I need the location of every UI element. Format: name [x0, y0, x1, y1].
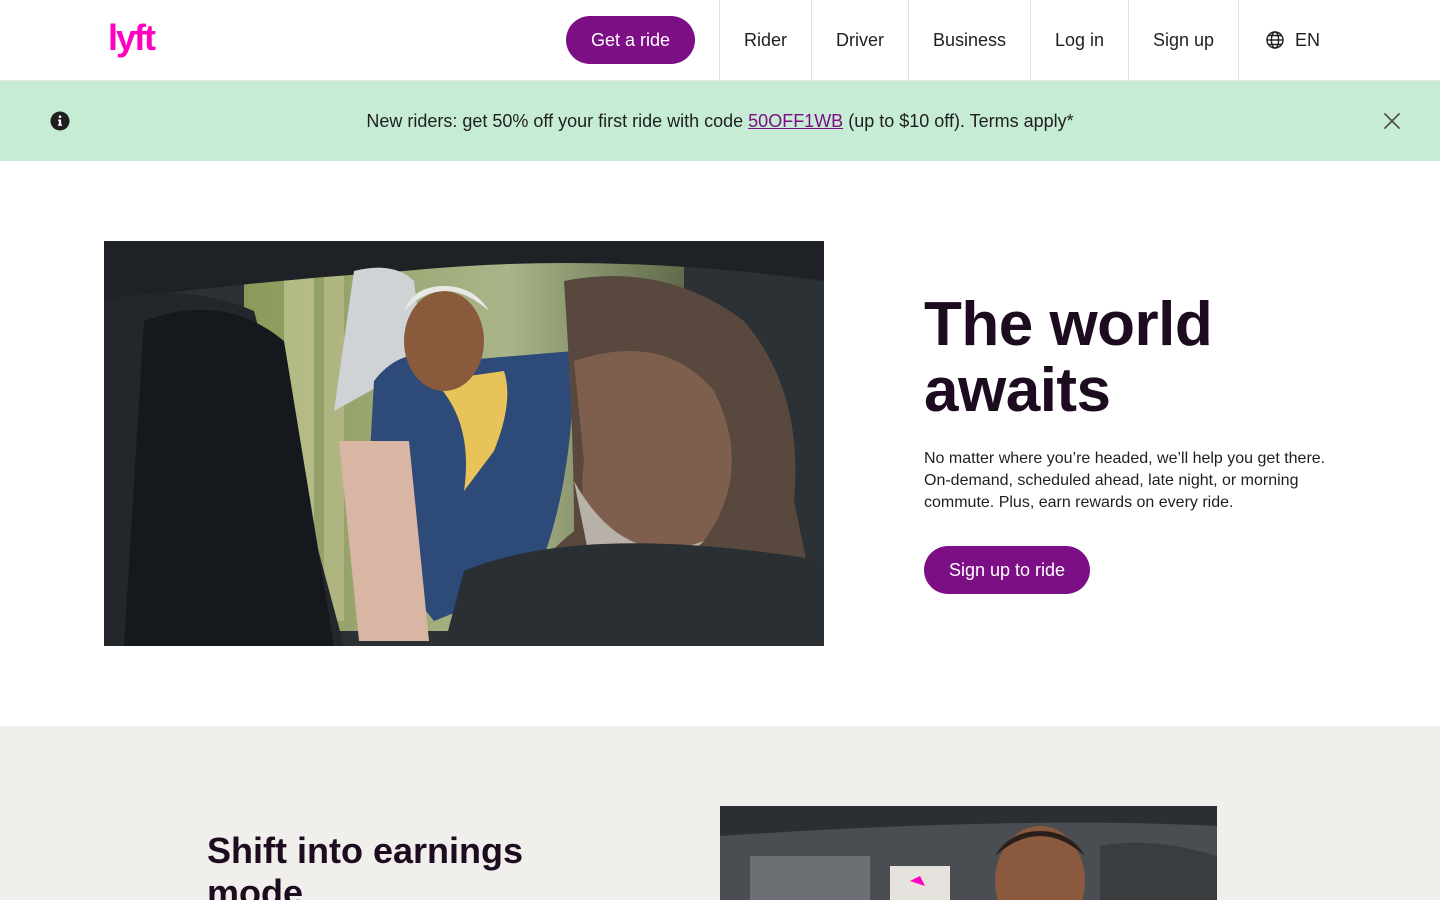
- promo-text-before: New riders: get 50% off your first ride …: [366, 110, 744, 131]
- hero-description: No matter where you’re headed, we’ll hel…: [924, 450, 1326, 511]
- nav-rider-link[interactable]: Rider: [719, 0, 811, 80]
- hero-photo: [104, 241, 824, 646]
- language-label: EN: [1295, 29, 1321, 50]
- nav-driver-link[interactable]: Driver: [811, 0, 908, 80]
- promo-text-after: (up to $10 off). Terms apply*: [848, 110, 1074, 131]
- close-icon[interactable]: [1382, 111, 1402, 131]
- language-selector[interactable]: EN: [1238, 0, 1350, 80]
- driver-section-title: Shift into earnings mode: [207, 830, 524, 900]
- nav-business-link[interactable]: Business: [908, 0, 1030, 80]
- hero-title: The world awaits: [924, 290, 1213, 425]
- promo-message: New riders: get 50% off your first ride …: [0, 81, 1440, 161]
- get-a-ride-button[interactable]: Get a ride: [566, 16, 695, 64]
- lyft-logo[interactable]: lyft: [108, 20, 166, 60]
- driver-section: Shift into earnings mode: [0, 726, 1440, 900]
- top-nav-bar: lyft Get a ride Rider Driver Business Lo…: [0, 0, 1440, 81]
- nav-login-link[interactable]: Log in: [1030, 0, 1128, 80]
- globe-icon: [1266, 31, 1284, 49]
- driver-photo: [720, 806, 1217, 900]
- nav-signup-link[interactable]: Sign up: [1128, 0, 1238, 80]
- sign-up-to-ride-button[interactable]: Sign up to ride: [924, 546, 1090, 594]
- svg-text:lyft: lyft: [108, 20, 156, 58]
- promo-code-link[interactable]: 50OFF1WB: [748, 111, 843, 132]
- promo-banner: New riders: get 50% off your first ride …: [0, 81, 1440, 161]
